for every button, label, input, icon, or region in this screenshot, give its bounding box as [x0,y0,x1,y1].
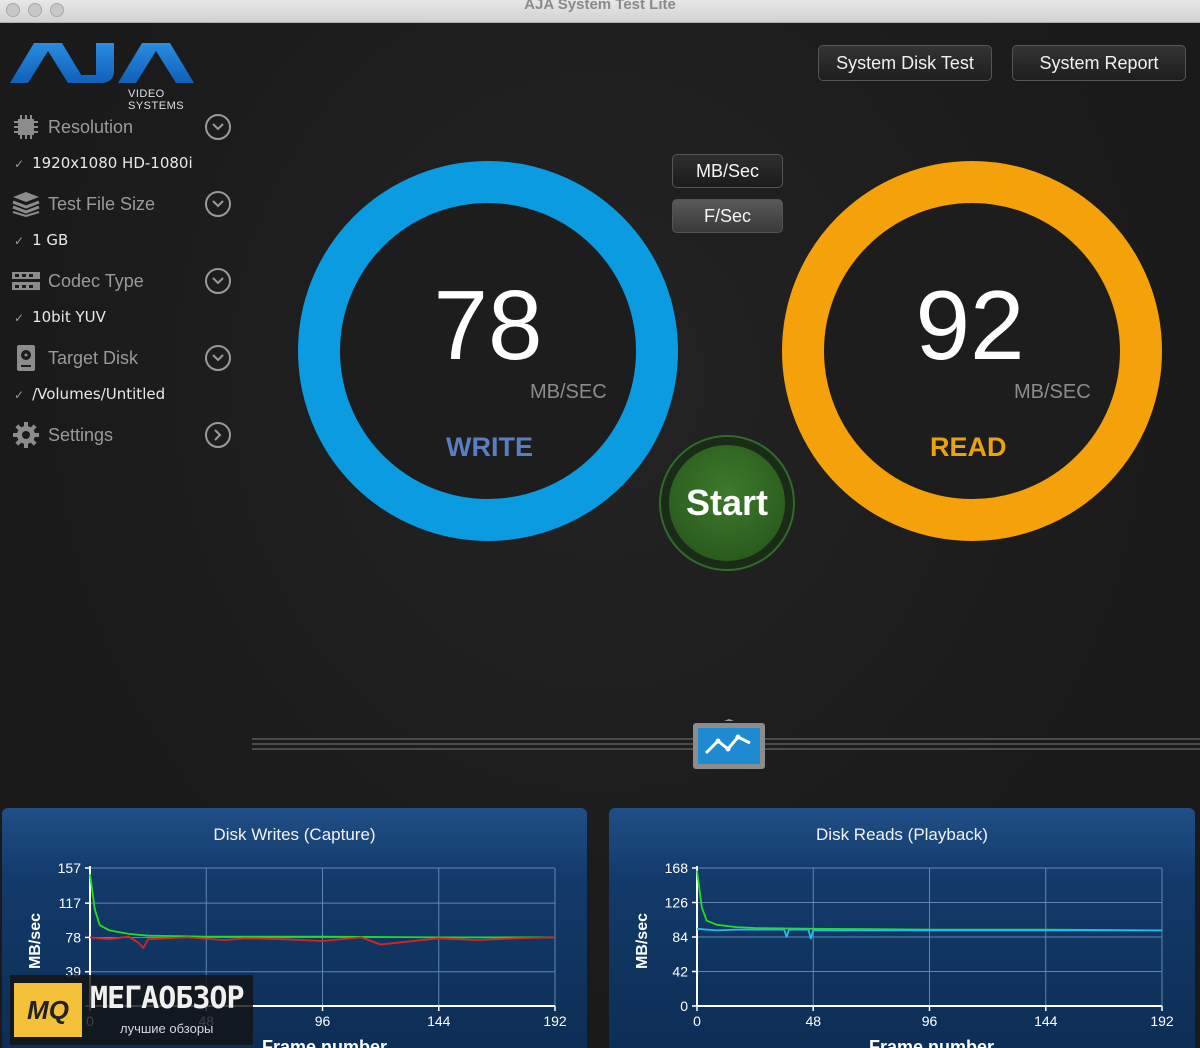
target-disk-value-text: /Volumes/Untitled [32,385,166,403]
y-tick-label: 157 [58,860,82,876]
x-tick-label: 192 [1150,1013,1174,1029]
read-label: READ [930,432,1007,462]
sidebar-item-codec-type[interactable]: Codec Type [10,264,235,298]
film-icon [10,267,42,295]
chevron-down-icon[interactable] [205,191,231,217]
watermark-overlay: MQ МЕГАОБЗОР лучшие обзоры [10,975,253,1045]
start-button[interactable]: Start [659,435,795,571]
start-button-label: Start [669,445,785,561]
sidebar-item-label: Settings [48,424,114,445]
resolution-value-text: 1920x1080 HD-1080i [32,154,193,172]
app-main: VIDEO SYSTEMS Resolution ✓ 1920x1080 HD-1… [0,23,1200,1048]
system-disk-test-button[interactable]: System Disk Test [818,45,992,81]
chip-icon [10,113,42,141]
y-tick-label: 42 [672,964,688,980]
write-speed-value: 78 [433,270,543,380]
x-tick-label: 96 [315,1013,331,1029]
sidebar-item-test-file-size[interactable]: Test File Size [10,187,235,221]
aja-logo: VIDEO SYSTEMS [10,33,210,112]
chevron-down-icon[interactable] [205,268,231,294]
read-gauge-value-box: 92 [868,269,1072,382]
x-tick-label: 144 [1034,1013,1058,1029]
watermark-tagline: лучшие обзоры [120,1021,214,1036]
sidebar-item-target-disk[interactable]: Target Disk [10,341,235,375]
chevron-down-icon[interactable] [205,345,231,371]
window-titlebar: AJA System Test Lite [0,0,1200,23]
line-chart-icon [693,719,765,769]
x-tick-label: 0 [693,1013,701,1029]
aja-logo-mark [10,43,194,83]
read-speed-value: 92 [915,270,1025,380]
y-tick-label: 84 [672,929,688,945]
resolution-value: ✓ 1920x1080 HD-1080i [14,154,193,172]
logo-subtitle: VIDEO SYSTEMS [128,88,185,112]
chevron-right-icon[interactable] [205,422,231,448]
sidebar-item-resolution[interactable]: Resolution [10,110,235,144]
x-tick-label: 96 [922,1013,938,1029]
disk-reads-panel: Disk Reads (Playback) 0 42 84 126 168 0 48 96 14… [609,808,1195,1048]
y-tick-label: 126 [665,895,689,911]
y-axis-label: MB/sec [634,913,651,969]
x-axis-label: Frame number [869,1037,994,1048]
sidebar-item-settings[interactable]: Settings [10,418,235,452]
y-tick-label: 117 [59,895,82,911]
test-file-size-value-text: 1 GB [32,231,69,249]
disk-icon [10,344,42,372]
sidebar-item-label: Resolution [48,116,134,137]
chevron-down-icon[interactable] [205,114,231,140]
mbsec-toggle[interactable]: MB/Sec [672,154,783,188]
disk-reads-chart: 0 42 84 126 168 0 48 96 144 192 Frame number MB/sec [634,860,1174,1048]
sidebar-item-label: Target Disk [48,347,139,368]
test-file-size-value: ✓ 1 GB [14,231,69,249]
x-tick-label: 48 [805,1013,821,1029]
window-title: AJA System Test Lite [524,0,676,13]
write-label: WRITE [446,432,533,462]
x-tick-label: 192 [543,1013,567,1029]
fsec-toggle[interactable]: F/Sec [672,199,783,233]
gear-icon [10,421,42,449]
write-gauge-value-box: 78 [386,269,590,382]
y-tick-label: 0 [680,998,688,1014]
write-speed-unit: MB/SEC [530,381,607,403]
sidebar-item-label: Test File Size [48,193,156,214]
read-speed-unit: MB/SEC [1014,381,1091,403]
codec-type-value-text: 10bit YUV [32,308,106,326]
system-report-button[interactable]: System Report [1012,45,1186,81]
y-tick-label: 168 [665,860,689,876]
x-axis-label: Frame number [262,1037,387,1048]
stack-icon [10,190,42,218]
y-axis-label: MB/sec [27,913,44,969]
watermark-name: МЕГАОБЗОР [90,981,245,1016]
y-tick-label: 78 [65,929,81,945]
sidebar-item-label: Codec Type [48,270,144,291]
codec-type-value: ✓ 10bit YUV [14,308,106,326]
graph-toggle-button[interactable] [692,719,766,771]
x-tick-label: 144 [427,1013,451,1029]
watermark-badge: MQ [14,983,82,1037]
target-disk-value: ✓/Volumes/Untitled [14,385,166,403]
